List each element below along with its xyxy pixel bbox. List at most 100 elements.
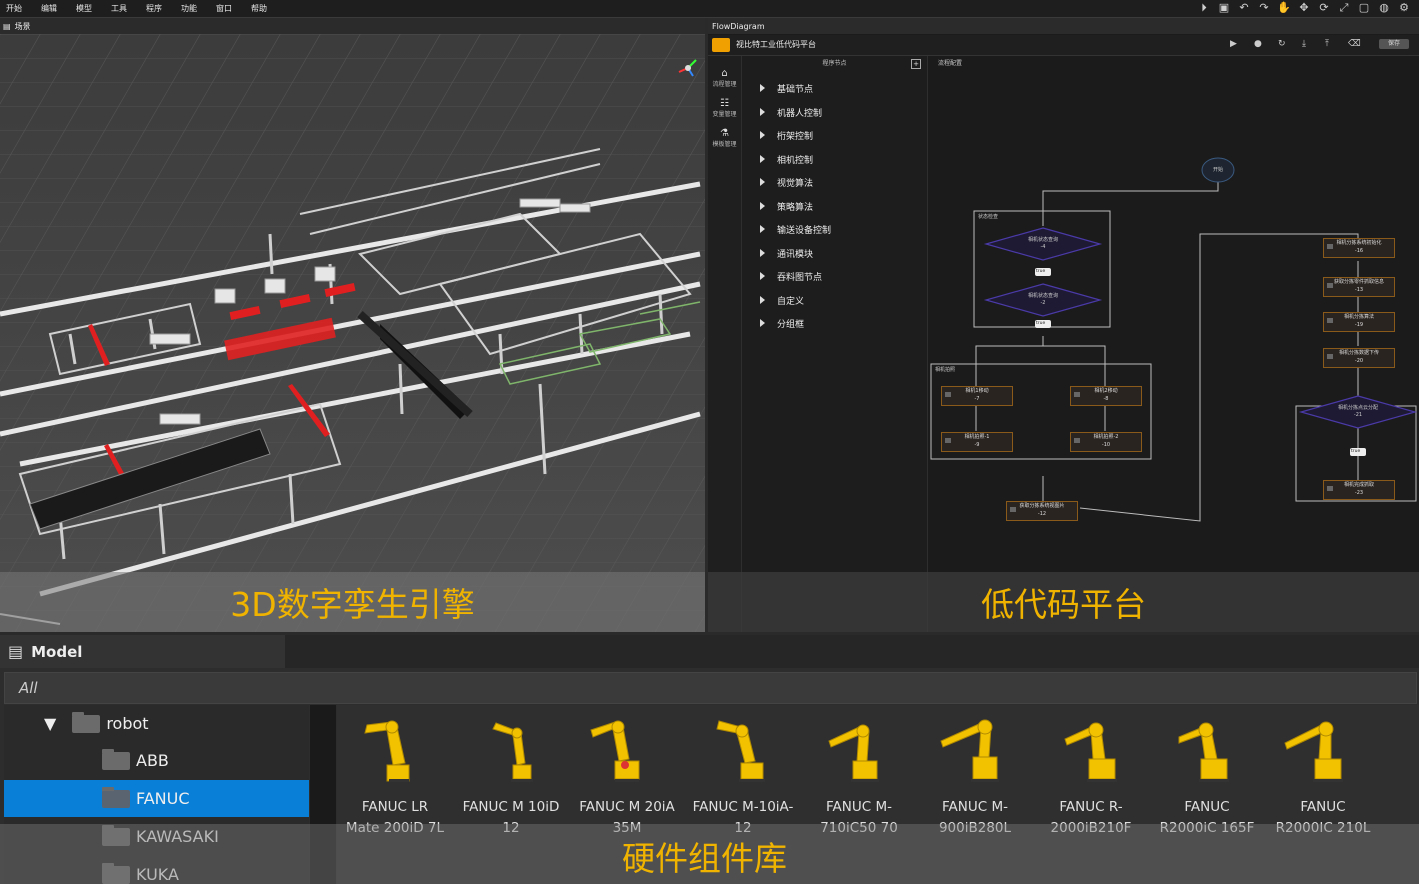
model-tab-bar [285, 635, 1419, 668]
flow-node[interactable]: 相机分拣数据下传 -20 [1323, 348, 1395, 368]
robot-arm-icon [716, 720, 765, 782]
folder-icon [102, 748, 130, 770]
nav-variable-manage[interactable]: ☷ 变量管理 [708, 98, 741, 118]
move-icon[interactable]: ✥ [1297, 1, 1311, 15]
menu-edit[interactable]: 编辑 [41, 3, 57, 14]
menu-start[interactable]: 开始 [6, 3, 22, 14]
flow-node[interactable]: 获取分拣零件抓取信息 -13 [1323, 277, 1395, 297]
expand-arrow-icon [760, 155, 765, 163]
node-category[interactable]: 相机控制 [760, 153, 813, 166]
scene-viewport[interactable] [0, 34, 705, 632]
flow-app-title: 视比特工业低代码平台 [736, 40, 816, 49]
flow-tab-title: FlowDiagram [712, 21, 765, 31]
robot-arm-icon [1064, 722, 1117, 782]
upload-icon[interactable]: ⤒ [1325, 39, 1329, 49]
node-category[interactable]: 策略算法 [760, 200, 813, 213]
add-node-button[interactable]: + [911, 59, 921, 69]
start-node[interactable]: 开始 [1213, 166, 1223, 173]
menu-bar: 开始 编辑 模型 工具 程序 功能 窗口 帮助 ⏵ ▣ ↶ ↷ ✋ ✥ ⟳ ⤢ … [0, 0, 1419, 18]
expand-arrow-icon [760, 108, 765, 116]
menu-model[interactable]: 模型 [76, 3, 92, 14]
group-status-check: 状态检查 [978, 214, 999, 220]
flow-canvas[interactable]: 流程配置 开始 状态检查 相机拍照 相机状态查询 -4 相机状态查询 -2 tr… [928, 56, 1419, 632]
scene-icon: ▤ [3, 21, 11, 31]
model-tab[interactable]: ▤ Model [0, 635, 285, 668]
run-icon[interactable]: ▶ [1230, 39, 1237, 49]
rotate-icon[interactable]: ⟳ [1317, 1, 1331, 15]
flow-node-decision[interactable]: 相机分拣点云分配 -21 [1318, 405, 1398, 419]
node-category[interactable]: 吞料图节点 [760, 270, 822, 283]
node-library-title: 程序节点 [822, 60, 847, 67]
node-category[interactable]: 分组框 [760, 317, 804, 330]
diamond-status-query-2[interactable]: 相机状态查询 -2 [1008, 293, 1078, 307]
globe-icon[interactable]: ◍ [1377, 1, 1391, 15]
flow-caption-bar: 低代码平台 [708, 572, 1419, 632]
app-logo [712, 38, 730, 52]
flow-header: 视比特工业低代码平台 ▶ ● ↻ ⤓ ⤒ ⌫ 保存 [708, 35, 1419, 56]
node-category[interactable]: 自定义 [760, 294, 804, 307]
menu-tools[interactable]: 工具 [111, 3, 127, 14]
flow-node[interactable]: 相机拍照-1 -9 [941, 432, 1013, 452]
scale-icon[interactable]: ⤢ [1337, 1, 1351, 15]
settings-icon[interactable]: ⚙ [1397, 1, 1411, 15]
tree-item-fanuc[interactable]: FANUC [4, 780, 309, 817]
robot-arm-icon [590, 720, 640, 782]
frame-icon[interactable]: ▢ [1357, 1, 1371, 15]
hardware-caption: 硬件组件库 [622, 839, 787, 878]
menu-window[interactable]: 窗口 [216, 3, 232, 14]
expand-arrow-icon [760, 84, 765, 92]
reset-icon[interactable]: ↻ [1278, 39, 1286, 49]
expand-arrow-icon [760, 249, 765, 257]
template-icon: ⚗ [720, 128, 729, 139]
flow-caption: 低代码平台 [981, 585, 1146, 624]
model-list-icon: ▤ [8, 642, 24, 661]
flow-node[interactable]: 相机完成抓取 -23 [1323, 480, 1395, 500]
menu-function[interactable]: 功能 [181, 3, 197, 14]
expand-arrow-icon [760, 296, 765, 304]
node-category[interactable]: 视觉算法 [760, 176, 813, 189]
flow-node[interactable]: 相机拍照-2 -10 [1070, 432, 1142, 452]
robot-arm-icon [1284, 721, 1343, 782]
nav-template-manage[interactable]: ⚗ 模板管理 [708, 128, 741, 148]
save-button[interactable]: 保存 [1379, 39, 1409, 49]
download-icon[interactable]: ⤓ [1302, 39, 1306, 49]
node-category[interactable]: 基础节点 [760, 82, 813, 95]
expand-arrow-icon [760, 225, 765, 233]
stop-icon[interactable]: ● [1254, 39, 1262, 49]
expand-arrow-icon [760, 131, 765, 139]
model-filter-input[interactable]: All [4, 672, 1417, 704]
menu-help[interactable]: 帮助 [251, 3, 267, 14]
node-category[interactable]: 机器人控制 [760, 106, 822, 119]
flow-connections [930, 157, 1418, 522]
flow-node[interactable]: 相机分拣系统初始化 -16 [1323, 238, 1395, 258]
play-icon[interactable]: ⏵ [1197, 1, 1211, 15]
flow-node[interactable]: 获取分拣系统视图片 -12 [1006, 501, 1078, 521]
model-title: Model [31, 642, 83, 661]
flow-node[interactable]: 相机2移动 -8 [1070, 386, 1142, 406]
clear-icon[interactable]: ⌫ [1348, 39, 1361, 49]
redo-icon[interactable]: ↷ [1257, 1, 1271, 15]
flow-node[interactable]: 相机1移动 -7 [941, 386, 1013, 406]
hand-icon[interactable]: ✋ [1277, 1, 1291, 15]
menu-program[interactable]: 程序 [146, 3, 162, 14]
flow-tab[interactable]: FlowDiagram [708, 18, 1419, 34]
nav-flow-manage[interactable]: ⌂ 流程管理 [708, 68, 741, 88]
collapse-arrow-icon[interactable]: ▼ [44, 714, 56, 733]
true-label: true [1351, 449, 1361, 454]
node-category[interactable]: 通讯模块 [760, 247, 813, 260]
flow-left-bar: ⌂ 流程管理 ☷ 变量管理 ⚗ 模板管理 [708, 56, 742, 632]
undo-icon[interactable]: ↶ [1237, 1, 1251, 15]
diamond-status-query[interactable]: 相机状态查询 -4 [1008, 237, 1078, 251]
robot-arm-icon [1178, 722, 1229, 782]
layout-icon[interactable]: ▣ [1217, 1, 1231, 15]
tree-item-robot[interactable]: ▼ robot [4, 705, 309, 742]
variable-icon: ☷ [720, 98, 729, 109]
tree-item-abb[interactable]: ABB [4, 742, 309, 779]
node-category[interactable]: 桁架控制 [760, 129, 813, 142]
expand-arrow-icon [760, 178, 765, 186]
node-category[interactable]: 输送设备控制 [760, 223, 831, 236]
flow-node[interactable]: 相机分拣算法 -19 [1323, 312, 1395, 332]
scene-caption: 3D数字孪生引擎 [230, 585, 475, 624]
scene-tab[interactable]: ▤ 场景 [0, 18, 705, 34]
model-filter-value: All [19, 679, 38, 697]
